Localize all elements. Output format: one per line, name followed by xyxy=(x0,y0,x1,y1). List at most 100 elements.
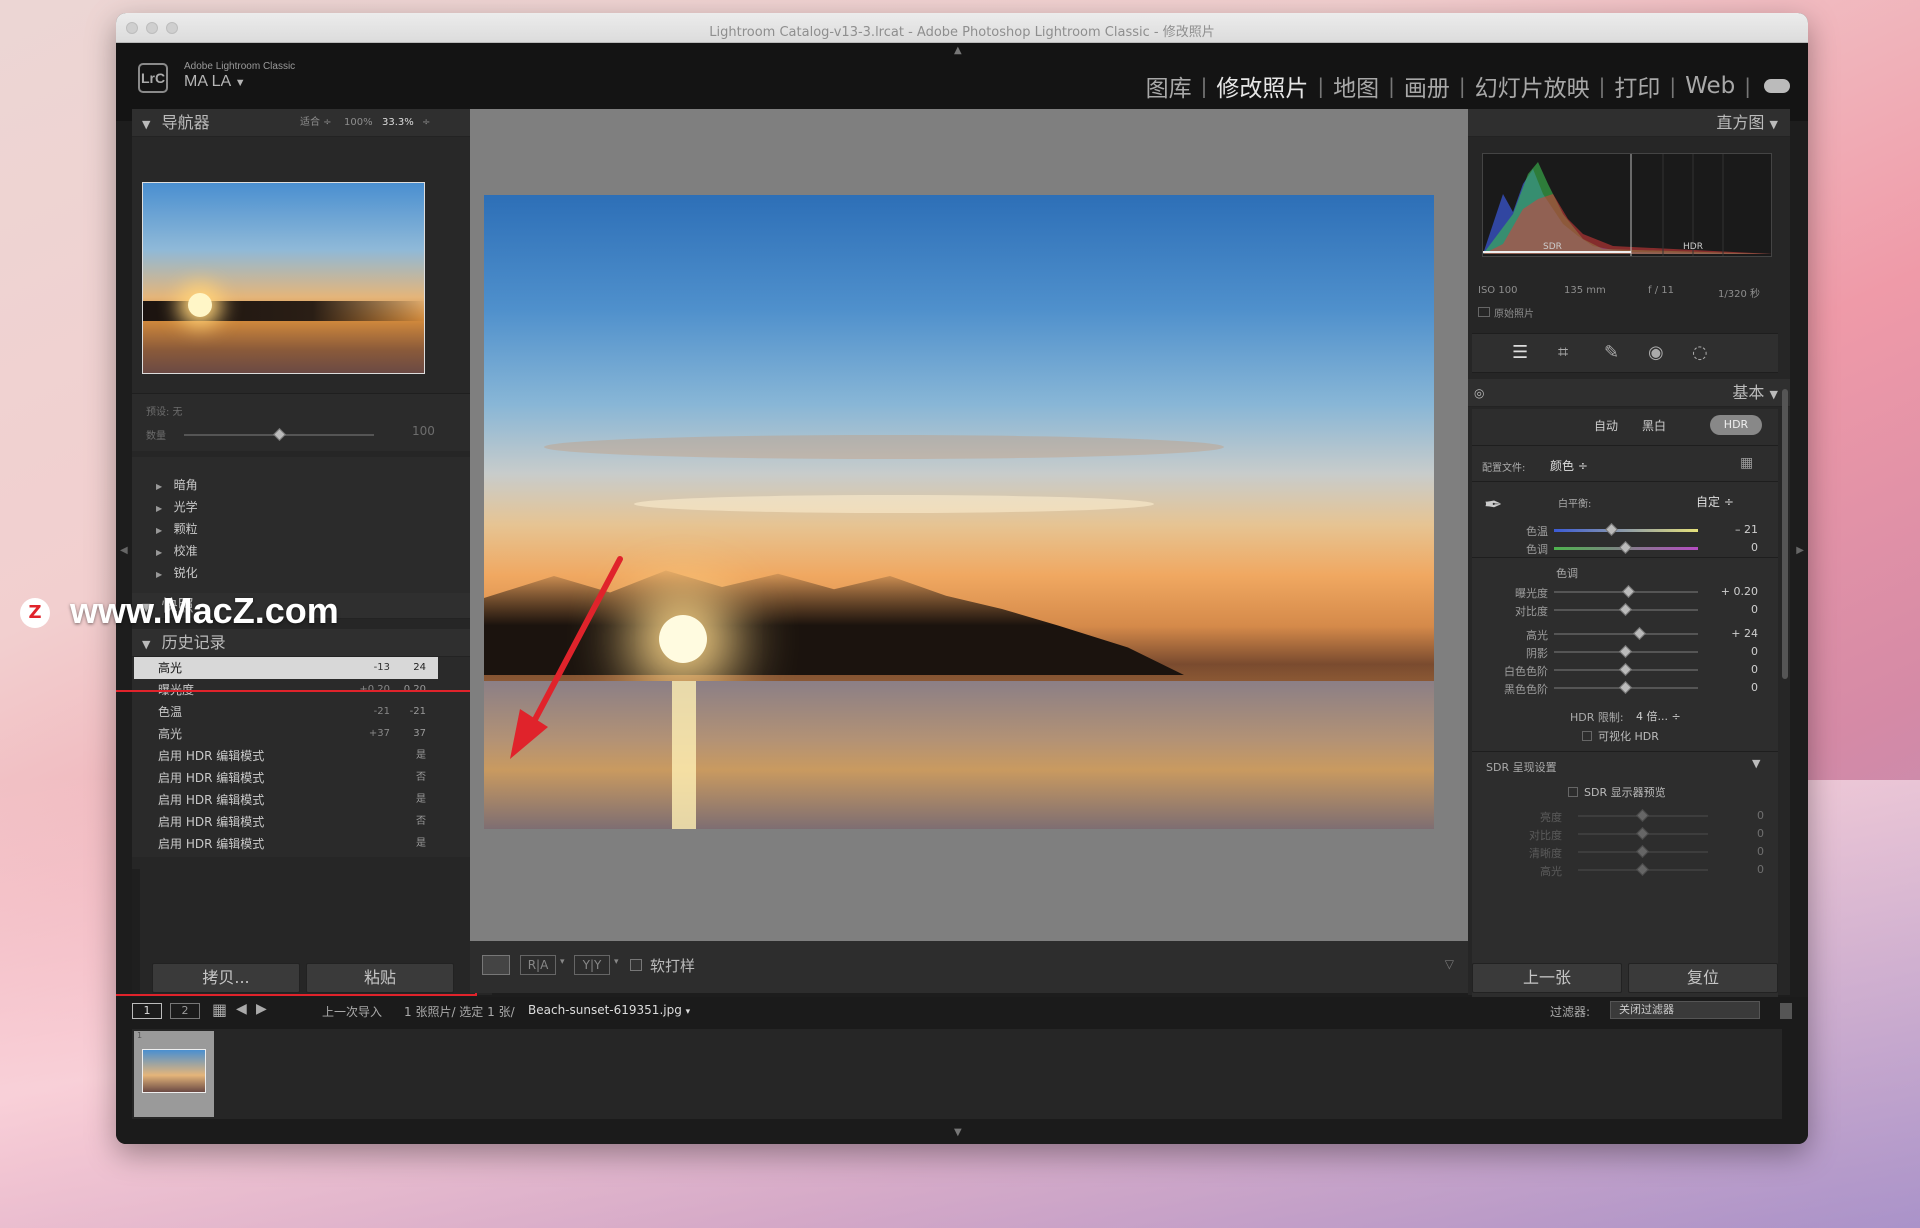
whites-slider-row[interactable]: 白色色阶 0 xyxy=(1472,661,1778,679)
effect-grain[interactable]: ▶ 颗粒 xyxy=(156,520,198,537)
collapse-top-icon[interactable]: ▲ xyxy=(954,45,962,56)
hdr-limit-dropdown[interactable]: 4 倍... ÷ xyxy=(1636,708,1681,724)
monitor-1-button[interactable]: 1 xyxy=(132,1003,162,1019)
module-book[interactable]: 画册 xyxy=(1404,69,1450,103)
zoom-arrow-icon[interactable]: ÷ xyxy=(422,109,430,137)
eye-icon[interactable]: ◎ xyxy=(1474,379,1484,407)
filter-lock-icon[interactable] xyxy=(1780,1003,1792,1019)
filter-dropdown[interactable]: 关闭过滤器 xyxy=(1610,1001,1760,1019)
effect-optics[interactable]: ▶ 光学 xyxy=(156,498,198,515)
monitor-2-button[interactable]: 2 xyxy=(170,1003,200,1019)
module-develop[interactable]: 修改照片 xyxy=(1216,69,1308,103)
filmstrip: 1 2 ▦ ◀ ▶ 上一次导入 1 张照片/ 选定 1 张/ Beach-sun… xyxy=(116,997,1808,1144)
tool-strip: ☰ ⌗ ✎ ◉ ◌ xyxy=(1472,333,1778,373)
highlights-slider-row[interactable]: 高光 + 24 xyxy=(1472,625,1778,643)
user-name[interactable]: MA LA ▼ xyxy=(184,73,246,91)
loupe-view-icon[interactable] xyxy=(482,955,510,975)
right-panel-scrollbar[interactable] xyxy=(1782,389,1788,679)
tint-slider-row[interactable]: 色调 0 xyxy=(1472,539,1778,557)
aperture-value: f / 11 xyxy=(1648,285,1674,296)
blacks-knob[interactable] xyxy=(1619,681,1632,694)
grid-view-icon[interactable]: ▦ xyxy=(212,1000,227,1019)
navigator-thumbnail[interactable] xyxy=(142,182,425,374)
filmstrip-thumbs: 1 xyxy=(132,1029,1782,1119)
temp-knob[interactable] xyxy=(1604,523,1618,536)
highlights-track[interactable] xyxy=(1554,633,1698,635)
right-panel-toggle-icon[interactable]: ▶ xyxy=(1796,545,1804,556)
zoom-custom[interactable]: 33.3% xyxy=(382,109,414,137)
highlight-box xyxy=(116,690,477,996)
collapse-bottom-icon[interactable]: ▼ xyxy=(954,1127,962,1138)
module-print[interactable]: 打印 xyxy=(1614,69,1660,103)
pointer-arrow xyxy=(510,556,623,759)
shadows-knob[interactable] xyxy=(1619,645,1632,658)
history-row[interactable]: 高光 -13 24 xyxy=(134,657,438,679)
amount-slider-knob[interactable] xyxy=(273,428,286,441)
redeye-icon[interactable]: ◉ xyxy=(1648,342,1664,363)
before-after-tb-icon[interactable]: Y|Y xyxy=(574,955,610,975)
zoom-fit[interactable]: 适合 ÷ xyxy=(300,109,332,137)
left-panel-toggle-icon[interactable]: ◀ xyxy=(120,545,128,556)
zoom-100[interactable]: 100% xyxy=(344,109,373,137)
histogram-header[interactable]: 直方图 ▼ xyxy=(1468,109,1790,137)
temp-track[interactable] xyxy=(1554,529,1698,532)
treatment-auto[interactable]: 自动 xyxy=(1586,417,1626,434)
whites-knob[interactable] xyxy=(1619,663,1632,676)
wb-dropdown[interactable]: 自定 ÷ xyxy=(1696,493,1734,510)
navigator-header[interactable]: ▼ 导航器 适合 ÷ 100% 33.3% ÷ xyxy=(132,109,492,137)
contrast-knob[interactable] xyxy=(1619,603,1632,616)
effect-vignette[interactable]: ▶ 暗角 xyxy=(156,476,198,493)
basic-header[interactable]: ◎ 基本 ▼ xyxy=(1468,379,1790,407)
sdr-preview-checkbox[interactable] xyxy=(1568,787,1578,797)
lrc-logo: LrC xyxy=(138,63,168,93)
reset-button[interactable]: 复位 xyxy=(1628,963,1778,993)
shutter-speed: 1/320 秒 xyxy=(1718,289,1760,300)
history-header[interactable]: ▼ 历史记录 × xyxy=(132,629,492,657)
original-photo-label: 原始照片 xyxy=(1494,309,1534,320)
visualize-hdr-checkbox[interactable] xyxy=(1582,731,1592,741)
blacks-slider-row[interactable]: 黑色色阶 0 xyxy=(1472,679,1778,697)
toolbar-menu-icon[interactable]: ▽ xyxy=(1445,957,1454,971)
forward-arrow-icon[interactable]: ▶ xyxy=(256,1001,267,1017)
cloud-icon[interactable] xyxy=(1764,79,1790,93)
back-arrow-icon[interactable]: ◀ xyxy=(236,1001,247,1017)
healing-icon[interactable]: ✎ xyxy=(1604,342,1619,363)
before-after-lr-icon[interactable]: R|A xyxy=(520,955,556,975)
contrast-slider-row[interactable]: 对比度 0 xyxy=(1472,601,1778,619)
filmstrip-filename[interactable]: Beach-sunset-619351.jpg ▾ xyxy=(528,1003,690,1017)
softproof-checkbox[interactable] xyxy=(630,959,642,971)
dropdown-arrow-icon[interactable]: ▾ xyxy=(614,957,619,967)
masking-icon[interactable]: ◌ xyxy=(1692,342,1708,363)
original-photo-checkbox[interactable] xyxy=(1478,307,1490,317)
module-slideshow[interactable]: 幻灯片放映 xyxy=(1475,69,1590,103)
dropdown-arrow-icon[interactable]: ▾ xyxy=(560,957,565,967)
sdr-highlights-row[interactable]: 高光 0 xyxy=(1472,861,1778,879)
module-web[interactable]: Web xyxy=(1685,73,1735,99)
sdr-clarity-row[interactable]: 清晰度 0 xyxy=(1472,843,1778,861)
sdr-settings-collapse-icon[interactable]: ▼ xyxy=(1752,757,1760,770)
module-map[interactable]: 地图 xyxy=(1333,69,1379,103)
effect-sharpen[interactable]: ▶ 锐化 xyxy=(156,564,198,581)
eyedropper-icon[interactable]: ✒ xyxy=(1484,493,1502,518)
temp-slider-row[interactable]: 色温 – 21 xyxy=(1472,521,1778,539)
profile-dropdown[interactable]: 颜色 ÷ xyxy=(1550,457,1588,474)
module-library[interactable]: 图库 xyxy=(1146,69,1192,103)
filmstrip-thumb-cell[interactable]: 1 xyxy=(134,1031,214,1117)
histogram-title: 直方图 xyxy=(1716,113,1765,132)
exposure-knob[interactable] xyxy=(1622,585,1635,598)
tint-knob[interactable] xyxy=(1619,541,1632,554)
treatment-bw[interactable]: 黑白 xyxy=(1634,417,1674,434)
previous-button[interactable]: 上一张 xyxy=(1472,963,1622,993)
edit-sliders-icon[interactable]: ☰ xyxy=(1512,342,1528,363)
profile-browser-icon[interactable]: ▦ xyxy=(1740,455,1753,471)
sdr-brightness-row[interactable]: 亮度 0 xyxy=(1472,807,1778,825)
sdr-contrast-row[interactable]: 对比度 0 xyxy=(1472,825,1778,843)
highlights-knob[interactable] xyxy=(1633,627,1647,640)
crop-icon[interactable]: ⌗ xyxy=(1558,342,1568,363)
filmstrip-source[interactable]: 上一次导入 xyxy=(322,1003,382,1020)
treatment-hdr-toggle[interactable]: HDR xyxy=(1710,415,1762,435)
effect-calibration[interactable]: ▶ 校准 xyxy=(156,542,198,559)
filmstrip-thumbnail[interactable] xyxy=(142,1049,206,1093)
exposure-slider-row[interactable]: 曝光度 + 0.20 xyxy=(1472,583,1778,601)
shadows-slider-row[interactable]: 阴影 0 xyxy=(1472,643,1778,661)
